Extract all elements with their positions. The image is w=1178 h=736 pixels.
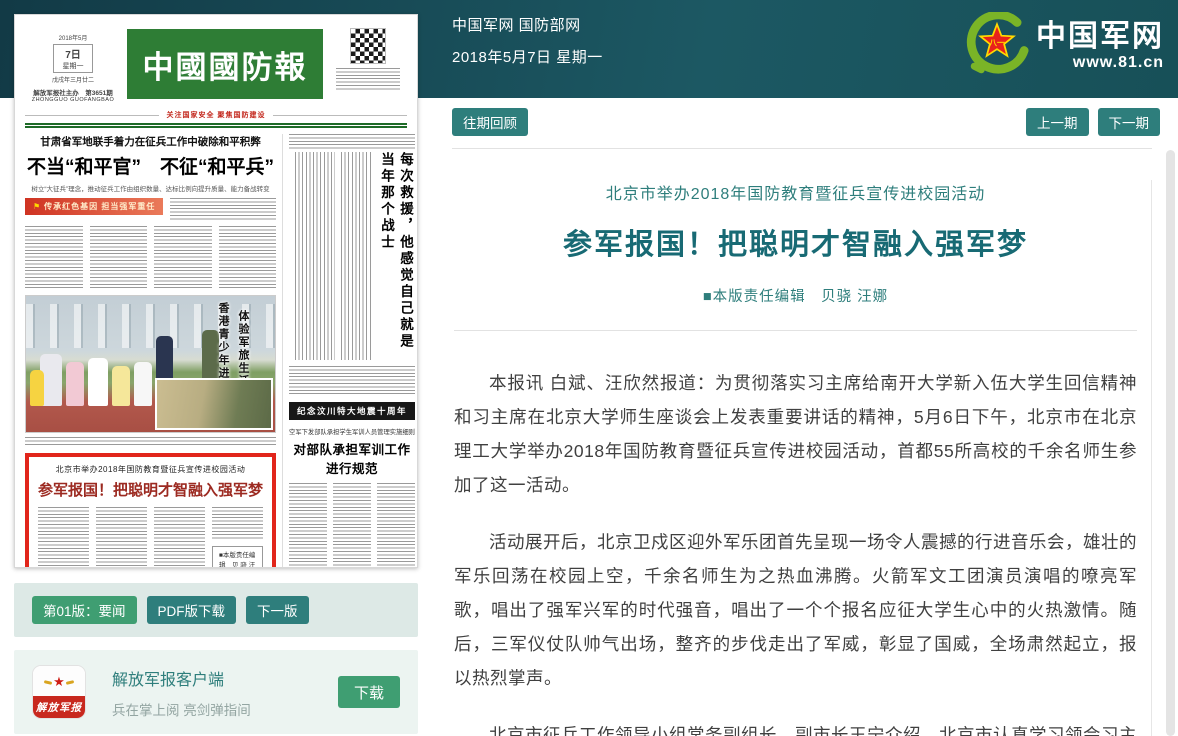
photo-person xyxy=(134,362,152,406)
army-star-swoosh-icon: 八一 xyxy=(962,12,1032,82)
previous-issue-button[interactable]: 上一期 xyxy=(1026,108,1089,136)
newspaper-front-page[interactable]: 2018年5月 7日 星期一 戊戌年三月廿二 解放军报社主办 第3651期 ZH… xyxy=(14,14,418,568)
header-date: 2018年5月7日 星期一 xyxy=(452,46,603,67)
np-photo-caption-lines xyxy=(25,437,276,447)
np-side-vertical-headline: 每次救援，他感觉自己就是当年那个战士 xyxy=(377,152,415,360)
np-boxed-columns: ■本版责任编辑 贝 骁 汪 娜 xyxy=(38,507,263,568)
next-issue-button[interactable]: 下一期 xyxy=(1098,108,1161,136)
np-boxed-editor: ■本版责任编辑 贝 骁 汪 娜 xyxy=(212,546,263,568)
vertical-scrollbar[interactable] xyxy=(1166,150,1175,736)
np-lead-kicker: 甘肃省军地联手着力在征兵工作中破除和平积弊 xyxy=(25,134,276,149)
article-body: 本报讯 白斌、汪欣然报道：为贯彻落实习主席给南开大学新入伍大学生回信精神和习主席… xyxy=(454,331,1137,736)
back-issues-button[interactable]: 往期回顾 xyxy=(452,108,528,136)
np-boxed-headline: 参军报国！把聪明才智融入强军梦 xyxy=(38,479,263,500)
app-subtitle: 兵在掌上阅 亮剑弹指间 xyxy=(112,699,251,719)
np-inset-photo xyxy=(155,378,273,430)
np-lead-headline: 不当“和平官” 不征“和平兵” xyxy=(25,152,276,179)
np-date-lunar: 戊戌年三月廿二 xyxy=(25,75,121,84)
np-pinyin: ZHONGGUO GUOFANGBAO xyxy=(25,97,121,103)
np-date-day: 7日 星期一 xyxy=(53,44,93,73)
next-page-button[interactable]: 下一版 xyxy=(246,596,309,624)
np-photo: 香港青少年进军营 体验军旅生活 xyxy=(25,295,276,433)
issue-toolbar: 往期回顾 上一期 下一期 xyxy=(432,98,1178,136)
newspaper-qr-area xyxy=(329,23,407,92)
article-title: 参军报国！把聪明才智融入强军梦 xyxy=(454,221,1137,263)
app-download-button[interactable]: 下载 xyxy=(338,676,400,708)
logo-title: 中国军网 xyxy=(1036,21,1164,53)
sidebar: 2018年5月 7日 星期一 戊戌年三月廿二 解放军报社主办 第3651期 ZH… xyxy=(0,0,432,736)
np-issue-line: 解放军报社主办 第3651期 xyxy=(25,87,121,97)
flag-icon: ⚑ xyxy=(33,202,41,211)
np-photo-vertical-caption-2: 体验军旅生活 xyxy=(235,310,251,388)
newspaper-date-box: 2018年5月 7日 星期一 戊戌年三月廿二 解放军报社主办 第3651期 ZH… xyxy=(25,23,121,103)
np-fine-print xyxy=(336,68,400,92)
toolbar-divider xyxy=(452,148,1152,149)
np-text-columns xyxy=(25,226,276,288)
photo-person xyxy=(30,370,44,406)
article-paragraph: 本报讯 白斌、汪欣然报道：为贯彻落实习主席给南开大学新入伍大学生回信精神和习主席… xyxy=(454,366,1137,502)
app-title[interactable]: 解放军报客户端 xyxy=(112,666,251,690)
np-red-banner: ⚑传承红色基因 担当强军重任 xyxy=(25,198,163,215)
pdf-download-button[interactable]: PDF版下载 xyxy=(147,596,237,624)
np-lead-subline: 树立“大征兵”理念，推动征兵工作由组织数量、达标比例向提升质量、能力备战转变 xyxy=(25,183,276,193)
logo-url: www.81.cn xyxy=(1036,53,1164,73)
site-logo[interactable]: 八一 中国军网 www.81.cn xyxy=(962,12,1164,82)
page-label-button[interactable]: 第01版：要闻 xyxy=(32,596,137,624)
article-panel: 往期回顾 上一期 下一期 北京市举办2018年国防教育暨征兵宣传进校园活动 参军… xyxy=(432,98,1178,736)
np-green-rule xyxy=(25,123,407,128)
np-right-kicker: 空军下发部队承担学生军训人员管理实施细则 xyxy=(289,427,415,436)
svg-text:八一: 八一 xyxy=(988,38,1005,47)
app-icon-label: 解放军报 xyxy=(33,696,85,718)
np-right-headline: 对部队承担军训工作进行规范 xyxy=(289,439,415,477)
jiefangjun-app-icon[interactable]: 解放军报 xyxy=(32,665,86,719)
article: 北京市举办2018年国防教育暨征兵宣传进校园活动 参军报国！把聪明才智融入强军梦… xyxy=(452,180,1152,736)
article-kicker: 北京市举办2018年国防教育暨征兵宣传进校园活动 xyxy=(454,180,1137,204)
np-right-columns xyxy=(289,483,415,568)
article-editor-line: ■本版责任编辑 贝骁 汪娜 xyxy=(454,285,1137,306)
newspaper-masthead-row: 2018年5月 7日 星期一 戊戌年三月廿二 解放军报社主办 第3651期 ZH… xyxy=(25,23,407,107)
np-date-month: 2018年5月 xyxy=(25,33,121,42)
np-highlighted-article[interactable]: 北京市举办2018年国防教育暨征兵宣传进校园活动 参军报国！把聪明才智融入强军梦… xyxy=(25,453,276,568)
photo-person xyxy=(66,362,84,406)
np-memorial-bar: 纪念汶川特大地震十周年 xyxy=(289,402,415,420)
article-paragraph: 北京市征兵工作领导小组常务副组长、副市长王宁介绍，北京市认真学习领会习主席给南开… xyxy=(454,718,1137,736)
page: 中国军网 国防部网 2018年5月7日 星期一 八一 中国军网 www.81.c… xyxy=(0,0,1178,736)
photo-person xyxy=(112,366,130,406)
np-slogan-text: 关注国家安全 聚焦国防建设 xyxy=(159,110,274,120)
np-boxed-kicker: 北京市举办2018年国防教育暨征兵宣传进校园活动 xyxy=(38,464,263,475)
page-navigation-bar: 第01版：要闻 PDF版下载 下一版 xyxy=(14,583,418,637)
article-paragraph: 活动展开后，北京卫戍区迎外军乐团首先呈现一场令人震撼的行进音乐会，雄壮的军乐回荡… xyxy=(454,525,1137,695)
photo-person xyxy=(88,358,108,406)
qr-code-icon xyxy=(351,29,385,63)
star-emblem-icon xyxy=(53,675,65,688)
site-links[interactable]: 中国军网 国防部网 xyxy=(452,14,603,35)
newspaper-title: 中國國防報 xyxy=(127,29,323,99)
app-promo: 解放军报 解放军报客户端 兵在掌上阅 亮剑弹指间 下载 xyxy=(14,650,418,734)
newspaper-slogan-row: 关注国家安全 聚焦国防建设 xyxy=(25,110,407,120)
